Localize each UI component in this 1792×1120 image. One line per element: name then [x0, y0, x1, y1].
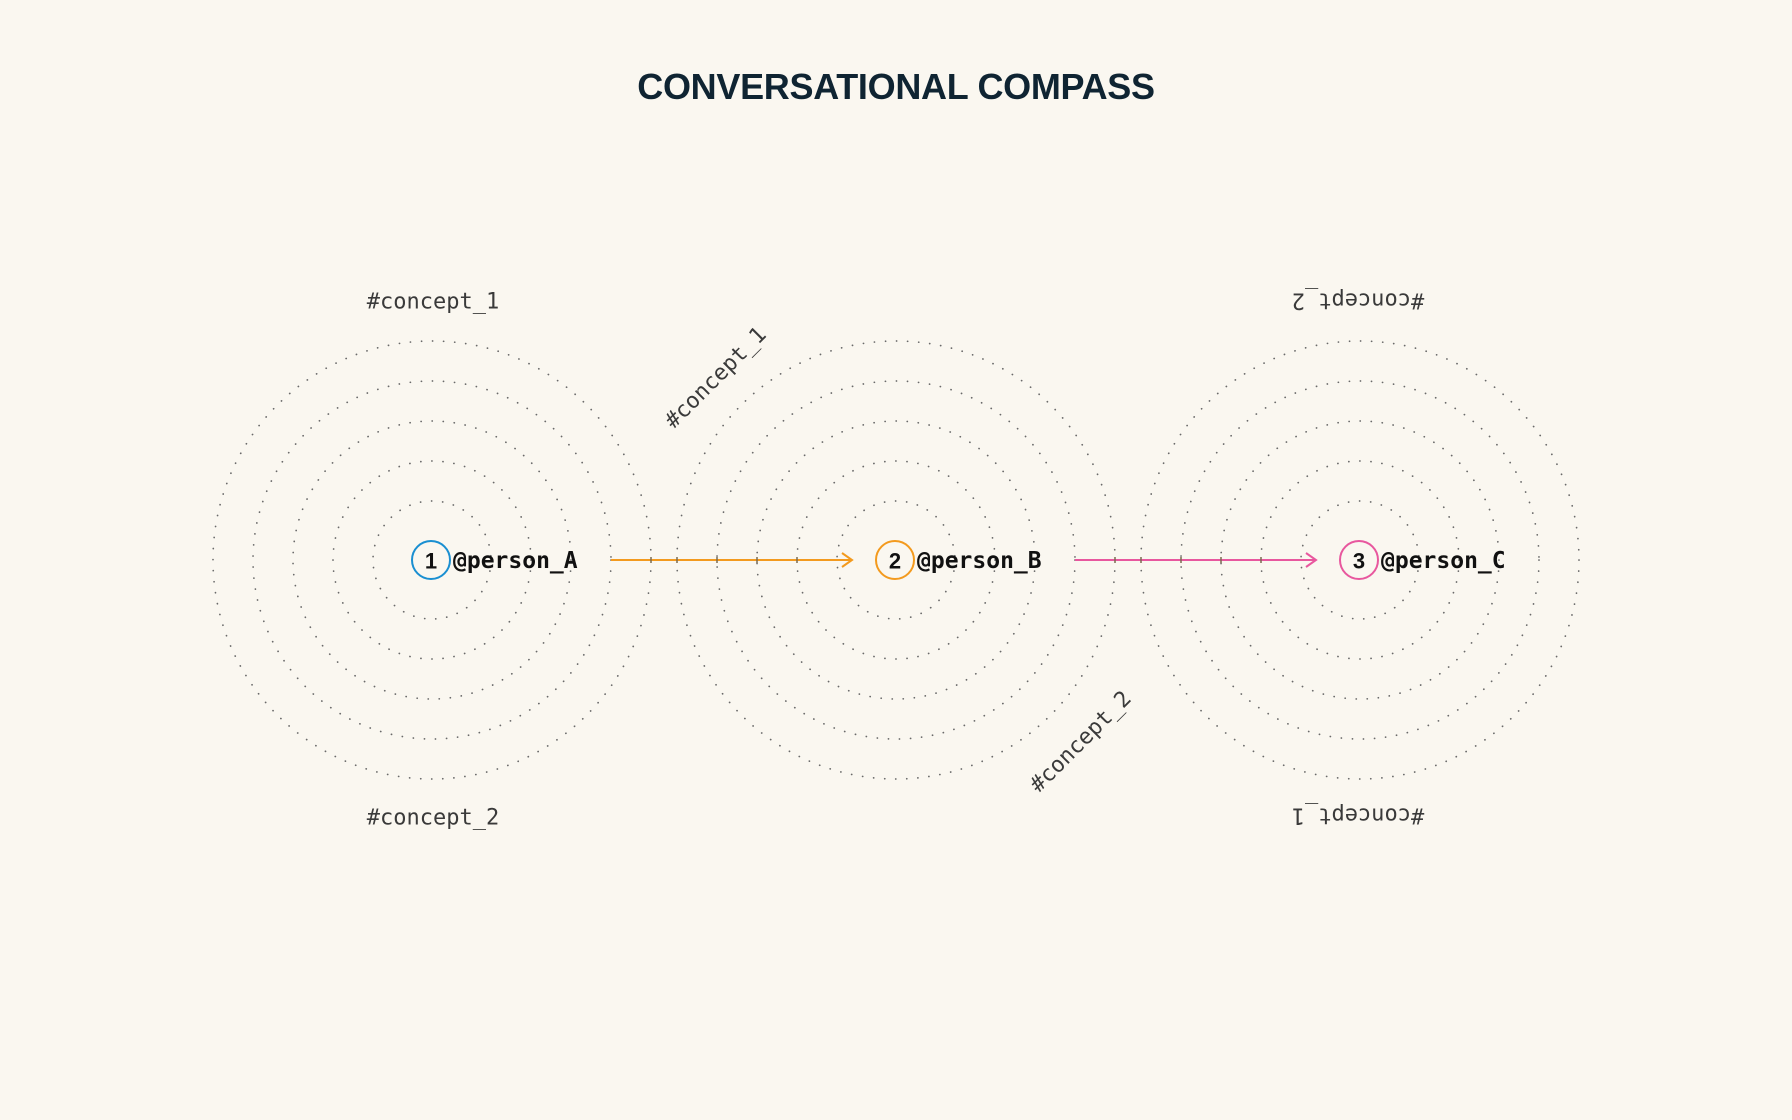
person-a-number: 1 — [425, 549, 437, 574]
person-a-concept-top: #concept_1 — [367, 290, 499, 315]
person-b-concept-bottom: #concept_2 — [1025, 686, 1136, 797]
person-a-node[interactable]: 1 @person_A — [411, 540, 578, 580]
person-b-number: 2 — [889, 549, 901, 574]
person-a-concept-bottom: #concept_2 — [367, 806, 499, 831]
person-b-label: @person_B — [917, 548, 1042, 574]
person-c-concept-bottom: #concept_1 — [1292, 803, 1424, 828]
arrow-b-to-c — [1075, 552, 1318, 568]
person-c-label: @person_C — [1381, 548, 1506, 574]
arrow-a-to-b — [611, 552, 854, 568]
compass-diagram: 1 @person_A 2 @person_B 3 @person_C #con… — [212, 288, 1580, 831]
person-c-number: 3 — [1353, 549, 1365, 574]
person-a-label: @person_A — [453, 548, 578, 574]
person-c-concept-top: #concept_2 — [1292, 288, 1424, 313]
person-b-node[interactable]: 2 @person_B — [875, 540, 1042, 580]
person-c-node[interactable]: 3 @person_C — [1339, 540, 1506, 580]
person-b-concept-top: #concept_1 — [660, 322, 771, 433]
